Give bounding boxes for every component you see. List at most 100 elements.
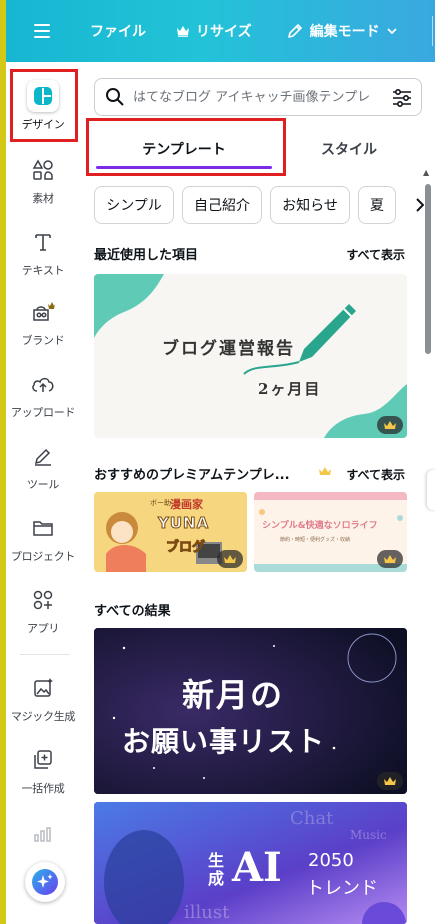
resize-button[interactable]: リサイズ <box>168 15 260 47</box>
chart-icon <box>27 818 59 850</box>
manga-card-line3: ブログ <box>165 540 206 556</box>
rail-label: ツール <box>26 478 60 491</box>
filter-icon[interactable] <box>391 87 413 109</box>
recent-card-title: ブログ運営報告 <box>162 339 295 359</box>
section-title-recent: 最近使用した項目 <box>94 248 199 263</box>
manga-card-line2: YUNA <box>157 514 210 533</box>
crown-icon <box>384 420 396 429</box>
recent-template-card[interactable]: ブログ運営報告 2ヶ月目 <box>94 274 407 438</box>
magic-assistant-button[interactable] <box>25 862 65 902</box>
premium-badge <box>377 550 403 568</box>
tab-styles[interactable]: スタイル <box>284 126 414 172</box>
rail-label: アップロード <box>10 406 76 419</box>
text-icon <box>27 226 59 258</box>
ai-card-year: 2050 <box>308 850 354 871</box>
file-menu-label: ファイル <box>90 24 146 40</box>
highlight-box-design <box>10 69 78 142</box>
rail-item-tools[interactable]: ツール <box>6 440 80 492</box>
sparkle-icon <box>32 869 58 895</box>
rail-item-brand[interactable]: ブランド <box>6 296 80 348</box>
chip-label: お知らせ <box>282 198 338 214</box>
crown-icon <box>384 554 396 563</box>
search-bar <box>94 78 422 116</box>
edit-mode-dropdown[interactable]: 編集モード <box>278 15 406 47</box>
ai-card-word: トレンド <box>306 878 378 899</box>
upload-icon <box>27 368 59 400</box>
scroll-up-arrow[interactable]: ▲ <box>423 168 429 177</box>
ai-card-bg-word-2: Music <box>350 828 387 842</box>
brand-icon <box>27 296 59 328</box>
premium-template-card-1[interactable]: ボー助 漫画家 YUNA ブログ <box>94 492 247 572</box>
rail-item-upload[interactable]: アップロード <box>6 368 80 420</box>
solo-card-title: シンプル&快適なソロライフ <box>262 521 378 531</box>
recent-card-subtitle: 2ヶ月目 <box>258 380 322 398</box>
chip-summer[interactable]: 夏 <box>358 186 396 224</box>
rail-item-elements[interactable]: 素材 <box>6 154 80 206</box>
elements-icon <box>27 154 59 186</box>
file-menu-button[interactable]: ファイル <box>82 15 154 47</box>
rail-label: アプリ <box>26 622 60 635</box>
panel-collapse-handle[interactable] <box>427 470 435 510</box>
top-bar: ファイル リサイズ 編集モード <box>0 0 435 62</box>
templates-panel: テンプレート スタイル シンプル 自己紹介 お知らせ 夏 最近使用した項目 すべ… <box>80 62 435 924</box>
premium-badge <box>217 550 243 568</box>
rail-label: プロジェクト <box>10 550 76 563</box>
see-all-premium-link[interactable]: すべて表示 <box>346 466 405 483</box>
chip-announcement[interactable]: お知らせ <box>270 186 350 224</box>
crown-icon <box>224 554 236 563</box>
manga-card-tag: ボー助 <box>150 499 171 507</box>
rail-label: テキスト <box>21 264 65 277</box>
solo-card-subtitle: 節約・時短・便利グッズ・収納 <box>280 537 351 543</box>
filter-chips: シンプル 自己紹介 お知らせ 夏 <box>94 186 424 224</box>
search-input[interactable] <box>133 89 373 105</box>
edit-mode-label: 編集モード <box>309 24 380 40</box>
chevron-down-icon <box>386 28 397 35</box>
rail-label: ブランド <box>21 334 65 347</box>
rail-item-text[interactable]: テキスト <box>6 226 80 278</box>
chip-label: 自己紹介 <box>194 198 250 214</box>
see-all-recent-link[interactable]: すべて表示 <box>346 246 405 263</box>
chip-simple[interactable]: シンプル <box>94 186 174 224</box>
ai-card-bg-word-3: illust <box>184 902 230 923</box>
rail-label: 一括作成 <box>21 782 65 795</box>
rail-divider <box>20 654 70 655</box>
new-moon-subtitle: お願い事リスト <box>122 725 326 758</box>
chip-label: 夏 <box>370 198 384 214</box>
section-title-all-results: すべての結果 <box>94 604 171 619</box>
menu-icon[interactable] <box>22 11 62 51</box>
folder-icon <box>27 512 59 544</box>
search-icon <box>106 88 124 106</box>
panel-scrollbar[interactable] <box>425 184 431 354</box>
tab-label: スタイル <box>321 142 377 158</box>
rail-label: 素材 <box>32 192 54 205</box>
rail-item-bulk-create[interactable]: 一括作成 <box>6 744 80 796</box>
rail-label: マジック生成 <box>10 710 76 723</box>
bulk-create-icon <box>27 744 59 776</box>
apps-icon <box>27 584 59 616</box>
crown-icon <box>177 26 189 37</box>
ai-card-big: AI <box>232 844 282 891</box>
resize-label: リサイズ <box>196 24 252 40</box>
ai-card-bg-word-1: Chat <box>290 808 334 829</box>
rail-item-more[interactable] <box>6 818 80 850</box>
premium-template-card-2[interactable]: シンプル&快適なソロライフ 節約・時短・便利グッズ・収納 <box>254 492 407 572</box>
manga-card-line1: 漫画家 <box>170 498 203 511</box>
tools-icon <box>27 440 59 472</box>
result-template-card-1[interactable]: 新月の お願い事リスト <box>94 628 407 794</box>
premium-badge <box>377 772 403 790</box>
result-template-card-2[interactable]: Chat Music illust 生成 AI 2050 トレンド <box>94 802 407 924</box>
new-moon-title: 新月の <box>182 676 285 714</box>
chip-label: シンプル <box>106 198 162 214</box>
rail-item-projects[interactable]: プロジェクト <box>6 512 80 564</box>
rail-item-magic-media[interactable]: マジック生成 <box>6 672 80 724</box>
chip-self-intro[interactable]: 自己紹介 <box>182 186 262 224</box>
magic-media-icon <box>27 672 59 704</box>
left-rail: デザイン 素材 テキスト ブランド アップロード ツール プロジェクト アプリ … <box>0 62 80 924</box>
highlight-box-templates-tab <box>86 118 286 176</box>
section-title-premium: おすすめのプレミアムテンプレ... <box>94 468 290 483</box>
pencil-icon <box>287 24 302 38</box>
crown-icon <box>319 467 331 475</box>
rail-item-apps[interactable]: アプリ <box>6 584 80 636</box>
chevron-right-icon[interactable] <box>412 196 424 214</box>
premium-badge <box>377 416 403 434</box>
